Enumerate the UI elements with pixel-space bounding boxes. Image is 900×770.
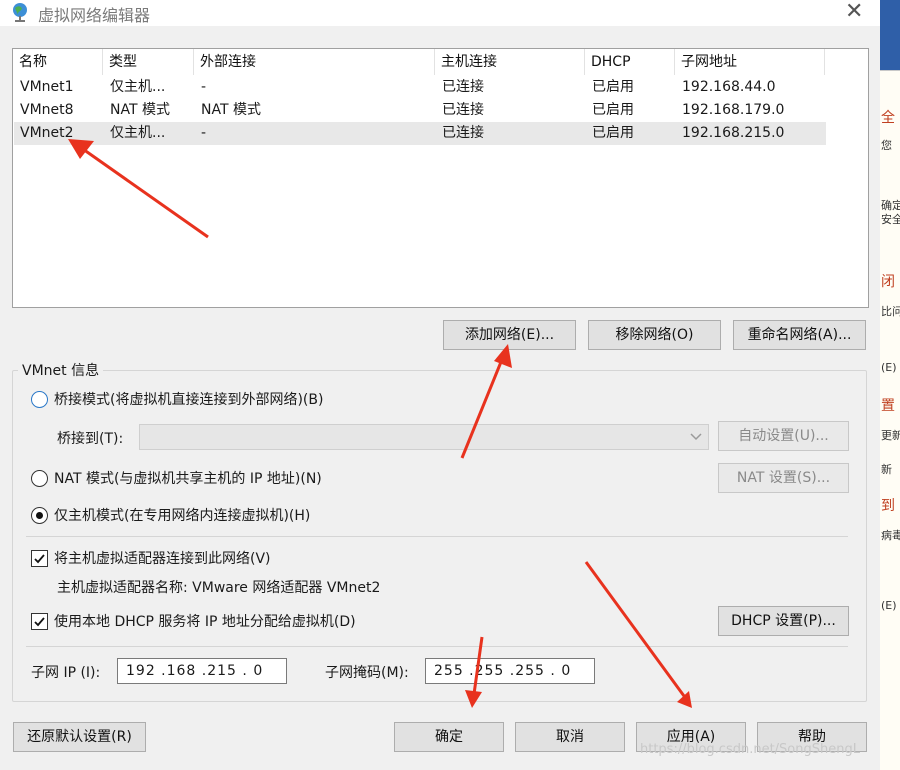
title-bar: 虚拟网络编辑器 ✕ bbox=[0, 0, 880, 26]
host-only-mode-label[interactable]: 仅主机模式(在专用网络内连接虚拟机)(H) bbox=[54, 505, 310, 525]
cell-subnet: 192.168.44.0 bbox=[682, 79, 776, 95]
table-row-selected[interactable]: VMnet2 仅主机... - 已连接 已启用 192.168.215.0 bbox=[14, 122, 826, 145]
column-header-external[interactable]: 外部连接 bbox=[194, 49, 435, 75]
vmnet-info-title: VMnet 信息 bbox=[18, 360, 104, 380]
background-window-strip: 全 您 确定 安全 闭 比问 (E) 置 更新 新 到 病毒 (E) bbox=[880, 0, 900, 770]
subnet-mask-input[interactable]: 255 .255 .255 . 0 bbox=[425, 658, 595, 684]
bg-text: (E) bbox=[881, 361, 897, 374]
connect-adapter-checkbox[interactable] bbox=[31, 550, 48, 567]
cell-name: VMnet8 bbox=[20, 102, 74, 118]
add-network-button[interactable]: 添加网络(E)... bbox=[443, 320, 576, 350]
bridge-mode-label[interactable]: 桥接模式(将虚拟机直接连接到外部网络)(B) bbox=[54, 389, 323, 409]
rename-network-button[interactable]: 重命名网络(A)... bbox=[733, 320, 866, 350]
nat-mode-radio[interactable] bbox=[31, 470, 48, 487]
column-header-host[interactable]: 主机连接 bbox=[435, 49, 585, 75]
globe-icon bbox=[13, 3, 27, 22]
cell-dhcp: 已启用 bbox=[592, 102, 634, 118]
column-header-dhcp[interactable]: DHCP bbox=[585, 49, 675, 75]
subnet-ip-label: 子网 IP (I): bbox=[31, 665, 101, 681]
bg-text: 您 bbox=[881, 139, 892, 152]
subnet-ip-input[interactable]: 192 .168 .215 . 0 bbox=[117, 658, 287, 684]
table-row[interactable]: VMnet8 NAT 模式 NAT 模式 已连接 已启用 192.168.179… bbox=[14, 99, 826, 122]
bridge-mode-radio[interactable] bbox=[31, 391, 48, 408]
nat-settings-button[interactable]: NAT 设置(S)... bbox=[718, 463, 849, 493]
virtual-network-editor-dialog: 虚拟网络编辑器 ✕ 名称 类型 外部连接 主机连接 DHCP 子网地址 VMne… bbox=[0, 0, 880, 770]
cell-external: NAT 模式 bbox=[201, 102, 261, 118]
watermark: https://blog.csdn.net/SongShengL bbox=[640, 742, 860, 757]
network-list[interactable]: 名称 类型 外部连接 主机连接 DHCP 子网地址 VMnet1 仅主机... … bbox=[12, 48, 869, 308]
cell-type: 仅主机... bbox=[110, 79, 166, 95]
cell-host: 已连接 bbox=[442, 125, 484, 141]
bg-text: 安全 bbox=[881, 213, 900, 226]
remove-network-button[interactable]: 移除网络(O) bbox=[588, 320, 721, 350]
cell-external: - bbox=[201, 125, 207, 141]
cell-dhcp: 已启用 bbox=[592, 125, 634, 141]
bg-text: 比问 bbox=[881, 305, 900, 318]
auto-settings-button[interactable]: 自动设置(U)... bbox=[718, 421, 849, 451]
divider bbox=[26, 646, 848, 647]
use-dhcp-label[interactable]: 使用本地 DHCP 服务将 IP 地址分配给虚拟机(D) bbox=[54, 611, 356, 631]
column-header-type[interactable]: 类型 bbox=[103, 49, 194, 75]
bridge-to-label: 桥接到(T): bbox=[57, 431, 124, 447]
chevron-down-icon bbox=[690, 433, 702, 441]
column-header-subnet[interactable]: 子网地址 bbox=[675, 49, 825, 75]
use-dhcp-checkbox[interactable] bbox=[31, 613, 48, 630]
bg-text: 闭 bbox=[881, 274, 895, 290]
checkmark-icon bbox=[34, 617, 45, 627]
nat-mode-label[interactable]: NAT 模式(与虚拟机共享主机的 IP 地址)(N) bbox=[54, 468, 322, 488]
cell-subnet: 192.168.215.0 bbox=[682, 125, 785, 141]
connect-adapter-label[interactable]: 将主机虚拟适配器连接到此网络(V) bbox=[54, 548, 271, 568]
cell-host: 已连接 bbox=[442, 102, 484, 118]
background-window: 全 您 确定 安全 闭 比问 (E) 置 更新 新 到 病毒 (E) bbox=[880, 70, 900, 770]
cell-name: VMnet1 bbox=[20, 79, 74, 95]
cell-host: 已连接 bbox=[442, 79, 484, 95]
bg-text: 到 bbox=[881, 498, 895, 514]
subnet-mask-label: 子网掩码(M): bbox=[325, 665, 409, 681]
bg-text: 置 bbox=[881, 398, 895, 414]
bg-text: 更新 bbox=[881, 429, 900, 442]
adapter-name-text: 主机虚拟适配器名称: VMware 网络适配器 VMnet2 bbox=[57, 580, 381, 596]
bg-text: 新 bbox=[881, 463, 892, 476]
cell-dhcp: 已启用 bbox=[592, 79, 634, 95]
bg-text: (E) bbox=[881, 599, 897, 612]
cell-type: NAT 模式 bbox=[110, 102, 170, 118]
divider bbox=[26, 536, 848, 537]
bg-text: 病毒 bbox=[881, 529, 900, 542]
table-row[interactable]: VMnet1 仅主机... - 已连接 已启用 192.168.44.0 bbox=[14, 76, 826, 99]
close-icon[interactable]: ✕ bbox=[845, 0, 863, 24]
cell-external: - bbox=[201, 79, 207, 95]
restore-defaults-button[interactable]: 还原默认设置(R) bbox=[13, 722, 146, 752]
window-title: 虚拟网络编辑器 bbox=[38, 6, 151, 25]
cancel-button[interactable]: 取消 bbox=[515, 722, 625, 752]
bg-text: 全 bbox=[881, 110, 895, 126]
checkmark-icon bbox=[34, 554, 45, 564]
cell-type: 仅主机... bbox=[110, 125, 166, 141]
cell-name: VMnet2 bbox=[20, 125, 74, 141]
ok-button[interactable]: 确定 bbox=[394, 722, 504, 752]
column-header-name[interactable]: 名称 bbox=[13, 49, 103, 75]
host-only-mode-radio[interactable] bbox=[31, 507, 48, 524]
bridge-to-select[interactable] bbox=[139, 424, 709, 450]
cell-subnet: 192.168.179.0 bbox=[682, 102, 785, 118]
dhcp-settings-button[interactable]: DHCP 设置(P)... bbox=[718, 606, 849, 636]
